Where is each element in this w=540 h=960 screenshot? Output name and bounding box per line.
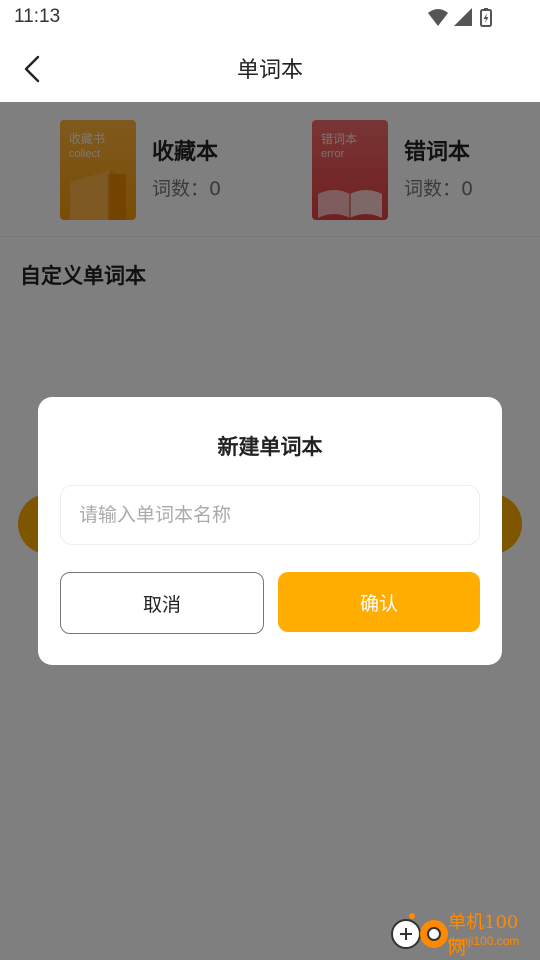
- status-icons: [428, 8, 492, 27]
- watermark-url: danji100.com: [448, 934, 520, 948]
- watermark: 单机100网 danji100.com: [390, 908, 536, 959]
- wordbook-name-input[interactable]: [60, 485, 480, 545]
- app-header: 单词本: [0, 36, 540, 102]
- signal-icon: [454, 8, 472, 26]
- page-title: 单词本: [236, 58, 303, 83]
- cancel-button[interactable]: 取消: [60, 572, 264, 634]
- confirm-button[interactable]: 确认: [278, 572, 480, 632]
- status-time: 11:13: [14, 6, 61, 27]
- battery-icon: [480, 8, 492, 27]
- dialog-title: 新建单词本: [217, 435, 323, 459]
- wifi-icon: [428, 9, 448, 26]
- status-bar: 11:13: [0, 0, 540, 36]
- watermark-logo-icon: [391, 913, 448, 949]
- new-wordbook-dialog: 新建单词本 取消 确认: [38, 397, 502, 665]
